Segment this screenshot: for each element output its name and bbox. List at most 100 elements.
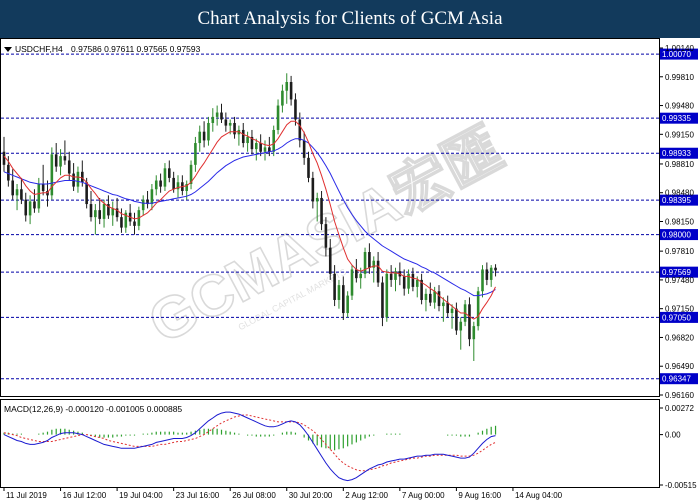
- price-tag-label: 0.98933: [662, 149, 691, 158]
- y-tick-label: 0.99810: [665, 73, 694, 82]
- candle-body: [437, 291, 441, 307]
- candle-body: [133, 221, 136, 226]
- candle-body: [381, 282, 384, 318]
- candle-body: [402, 276, 406, 289]
- y-tick-label: 0.99150: [665, 130, 694, 139]
- price-tag-label: 0.99335: [662, 114, 691, 123]
- candle-body: [207, 122, 210, 141]
- candle-body: [385, 273, 389, 318]
- y-tick-label: 1.00140: [665, 44, 694, 53]
- candle-body: [281, 90, 284, 106]
- candle-body: [320, 197, 323, 225]
- candle-body: [98, 210, 101, 219]
- candle-body: [328, 247, 332, 274]
- candle-body: [363, 252, 367, 274]
- candle-body: [76, 171, 80, 187]
- candle-body: [215, 112, 219, 117]
- candle-body: [433, 291, 436, 303]
- candle-body: [150, 189, 154, 205]
- macd-label: MACD(12,26,9) -0.000120 -0.001005 0.0008…: [4, 404, 182, 414]
- x-tick-label: 30 Jul 20:00: [289, 491, 333, 500]
- candle-body: [220, 112, 223, 120]
- symbol-label: USDCHF,H4: [15, 44, 63, 54]
- price-chart[interactable]: GCMASIA宏匯 GLOBAL CAPITAL MARKETS 1.00070…: [0, 38, 700, 500]
- candle-body: [355, 269, 358, 279]
- candle-body: [411, 273, 415, 287]
- candle-body: [311, 177, 315, 202]
- header-bar: Chart Analysis for Clients of GCM Asia: [0, 0, 700, 38]
- candle-body: [163, 168, 167, 187]
- candle-body: [228, 122, 232, 126]
- candle-body: [54, 154, 58, 167]
- candle-body: [285, 82, 289, 91]
- y-tick-label: 0.96160: [665, 391, 694, 400]
- candle-body: [455, 308, 458, 331]
- y-tick-label: 0.99480: [665, 102, 694, 111]
- candle-body: [450, 308, 454, 314]
- y-tick-label: 0.98480: [665, 189, 694, 198]
- candle-body: [472, 326, 476, 340]
- y-tick-label: 0.97810: [665, 247, 694, 256]
- candle-body: [50, 154, 54, 196]
- x-tick-label: 2 Aug 12:00: [345, 491, 388, 500]
- ohlc-label: 0.97586 0.97611 0.97565 0.97593: [71, 44, 201, 54]
- x-tick-label: 19 Jul 04:00: [119, 491, 163, 500]
- candle-body: [259, 143, 262, 152]
- candle-body: [429, 293, 432, 303]
- candle-body: [272, 129, 275, 152]
- page-title: Chart Analysis for Clients of GCM Asia: [197, 8, 503, 29]
- candle-body: [233, 122, 236, 135]
- macd-y-tick-label: 0.00: [665, 431, 681, 440]
- candle-body: [333, 273, 336, 300]
- candle-body: [298, 119, 302, 141]
- candle-body: [24, 199, 28, 216]
- x-tick-label: 9 Aug 16:00: [458, 491, 501, 500]
- candle-body: [224, 119, 228, 126]
- candle-body: [28, 201, 32, 216]
- x-tick-label: 7 Aug 00:00: [402, 491, 445, 500]
- candle-body: [172, 177, 175, 190]
- candle-body: [468, 304, 471, 340]
- macd-y-tick-label: 0.00272: [665, 404, 694, 413]
- candle-body: [294, 99, 297, 120]
- candle-body: [20, 189, 23, 200]
- candle-body: [485, 269, 489, 280]
- candle-body: [154, 180, 158, 190]
- candle-body: [41, 184, 45, 191]
- candle-body: [424, 293, 428, 300]
- candle-body: [246, 136, 249, 144]
- candle-body: [255, 143, 258, 150]
- candle-body: [302, 140, 306, 158]
- candle-body: [315, 197, 319, 202]
- candle-body: [376, 260, 380, 283]
- candle-body: [494, 267, 497, 271]
- candle-body: [89, 204, 93, 218]
- candle-body: [346, 295, 349, 314]
- x-tick-label: 16 Jul 12:00: [63, 491, 107, 500]
- candle-body: [159, 180, 162, 187]
- y-tick-label: 0.98810: [665, 160, 694, 169]
- candle-body: [476, 291, 480, 327]
- candle-body: [102, 204, 106, 219]
- candle-body: [481, 269, 484, 292]
- candle-body: [415, 279, 419, 287]
- candle-body: [202, 131, 206, 141]
- x-tick-label: 26 Jul 08:00: [232, 491, 276, 500]
- candle-body: [120, 217, 123, 228]
- candle-body: [198, 131, 202, 144]
- y-tick-label: 0.96490: [665, 362, 694, 371]
- candle-body: [276, 105, 280, 130]
- candle-body: [337, 285, 341, 300]
- y-tick-label: 0.97150: [665, 305, 694, 314]
- candle-body: [342, 285, 345, 314]
- candle-body: [289, 82, 293, 100]
- candle-body: [389, 273, 393, 280]
- x-tick-label: 23 Jul 16:00: [176, 491, 220, 500]
- candle-body: [85, 182, 88, 205]
- candle-body: [324, 224, 328, 248]
- candle-body: [37, 184, 41, 209]
- candle-body: [446, 302, 449, 314]
- macd-y-tick-label: -0.00515: [665, 481, 697, 490]
- price-tag-label: 0.98000: [662, 231, 691, 240]
- candle-body: [194, 143, 197, 165]
